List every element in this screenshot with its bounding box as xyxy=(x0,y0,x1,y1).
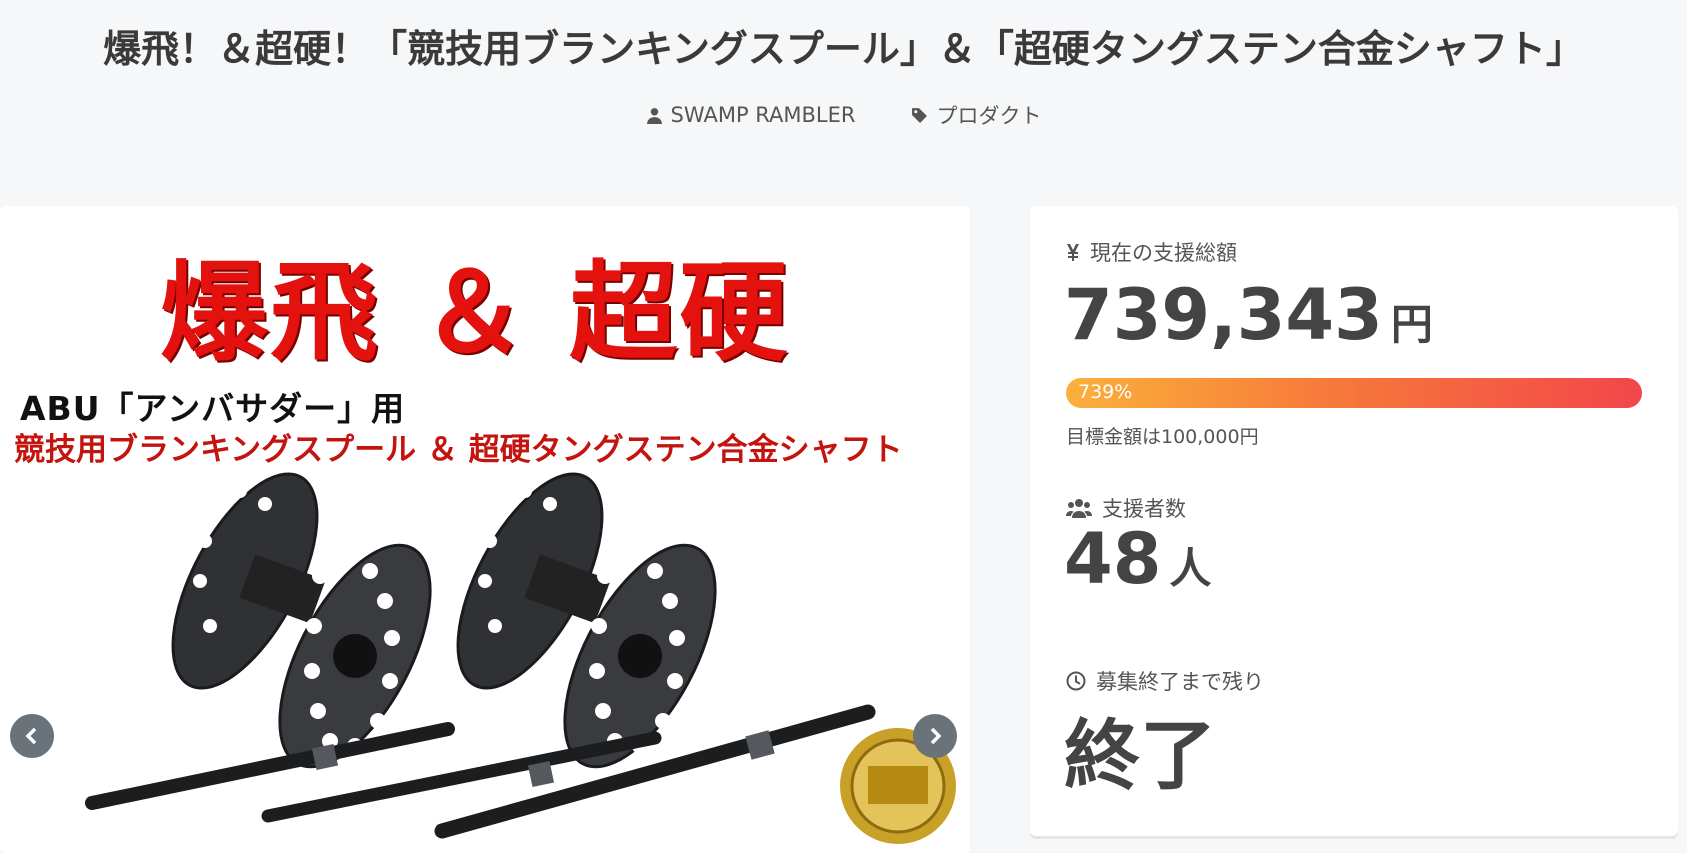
author-name: SWAMP RAMBLER xyxy=(670,103,856,127)
yen-icon xyxy=(1067,244,1079,261)
chevron-right-icon xyxy=(930,727,942,745)
banner-line2: 競技用ブランキングスプール ＆ 超硬タングステン合金シャフト xyxy=(14,432,903,468)
category-link[interactable]: プロダクト xyxy=(911,100,1041,130)
clock-icon xyxy=(1066,671,1086,691)
remaining-value: 終了 xyxy=(1064,711,1216,800)
goal-amount: 目標金額は100,000円 xyxy=(1066,426,1259,448)
author-link[interactable]: SWAMP RAMBLER xyxy=(646,100,856,130)
progress-percent: 739% xyxy=(1078,381,1133,403)
users-icon xyxy=(1066,499,1092,518)
tag-icon xyxy=(912,107,928,123)
user-icon xyxy=(646,107,662,124)
chevron-left-icon xyxy=(25,727,37,745)
total-amount: 739,343 円 xyxy=(1064,274,1433,356)
funding-progress-bar: 739% xyxy=(1066,378,1642,408)
category-name: プロダクト xyxy=(936,104,1042,128)
supporters-count: 48 人 xyxy=(1064,518,1212,600)
project-meta: SWAMP RAMBLER プロダクト xyxy=(0,100,1687,130)
carousel-next-button[interactable] xyxy=(913,714,957,758)
product-image-carousel[interactable]: 爆飛 ＆ 超硬 ABU「アンバサダー」用 競技用ブランキングスプール ＆ 超硬タ… xyxy=(0,206,970,853)
remaining-label: 募集終了まで残り xyxy=(1066,666,1264,696)
banner-line1: ABU「アンバサダー」用 xyxy=(20,389,406,428)
total-label: 現在の支援総額 xyxy=(1066,237,1237,267)
carousel-prev-button[interactable] xyxy=(10,714,54,758)
banner-main-text: 爆飛 ＆ 超硬 xyxy=(160,250,790,376)
page-title: 爆飛！＆超硬！「競技用ブランキングスプール」＆「超硬タングステン合金シャフト」 xyxy=(103,27,1584,71)
funding-stats-panel: 現在の支援総額 739,343 円 739% 目標金額は100,000円 支援者数… xyxy=(1030,206,1678,836)
